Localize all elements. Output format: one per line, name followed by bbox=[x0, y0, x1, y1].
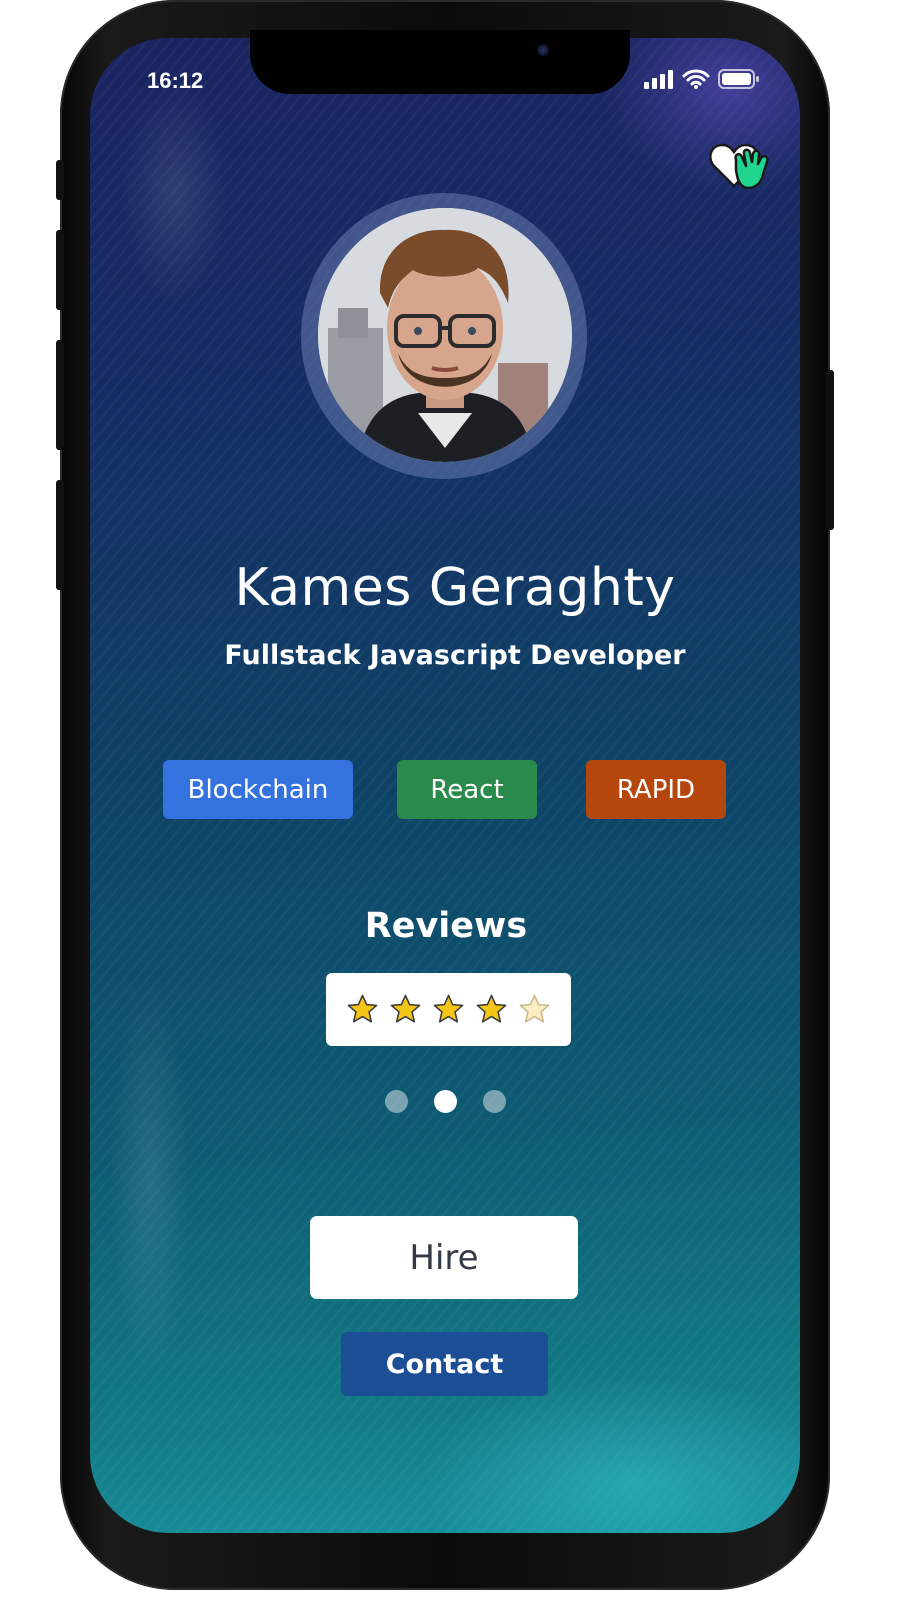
wifi-icon bbox=[682, 69, 710, 89]
profile-name: Kames Geraghty bbox=[234, 558, 676, 618]
carousel-indicator bbox=[385, 1090, 506, 1113]
screen-glare bbox=[110, 978, 190, 1378]
mute-switch bbox=[56, 160, 64, 200]
screen-glare-top bbox=[120, 78, 230, 308]
volume-up-button bbox=[56, 230, 64, 310]
volume-down-button bbox=[56, 340, 64, 450]
background-glow-bottom bbox=[420, 1373, 800, 1533]
star-rating bbox=[326, 973, 571, 1046]
notch bbox=[250, 30, 630, 94]
star-filled-icon bbox=[390, 994, 421, 1023]
status-time: 16:12 bbox=[147, 68, 204, 93]
hire-button[interactable]: Hire bbox=[310, 1216, 578, 1299]
profile-photo bbox=[318, 208, 572, 462]
carousel-dot[interactable] bbox=[434, 1090, 457, 1113]
reviews-title: Reviews bbox=[364, 906, 528, 946]
star-empty-icon bbox=[519, 994, 550, 1023]
avatar bbox=[318, 208, 572, 462]
volume-extra-button bbox=[56, 480, 64, 590]
skill-tag-blockchain[interactable]: Blockchain bbox=[163, 760, 353, 819]
front-camera bbox=[537, 44, 549, 56]
status-icons bbox=[644, 68, 760, 90]
battery-icon bbox=[718, 69, 759, 89]
carousel-dot[interactable] bbox=[483, 1090, 506, 1113]
contact-button[interactable]: Contact bbox=[341, 1332, 548, 1396]
star-filled-icon bbox=[476, 994, 507, 1023]
skill-tag-react[interactable]: React bbox=[397, 760, 537, 819]
power-button bbox=[826, 370, 834, 530]
carousel-dot[interactable] bbox=[385, 1090, 408, 1113]
skill-tag-rapid[interactable]: RAPID bbox=[586, 760, 726, 819]
star-filled-icon bbox=[347, 994, 378, 1023]
star-filled-icon bbox=[433, 994, 464, 1023]
heart-hand-logo-icon[interactable] bbox=[708, 140, 774, 192]
cellular-signal-icon bbox=[644, 70, 673, 89]
profile-role: Fullstack Javascript Developer bbox=[224, 640, 686, 671]
